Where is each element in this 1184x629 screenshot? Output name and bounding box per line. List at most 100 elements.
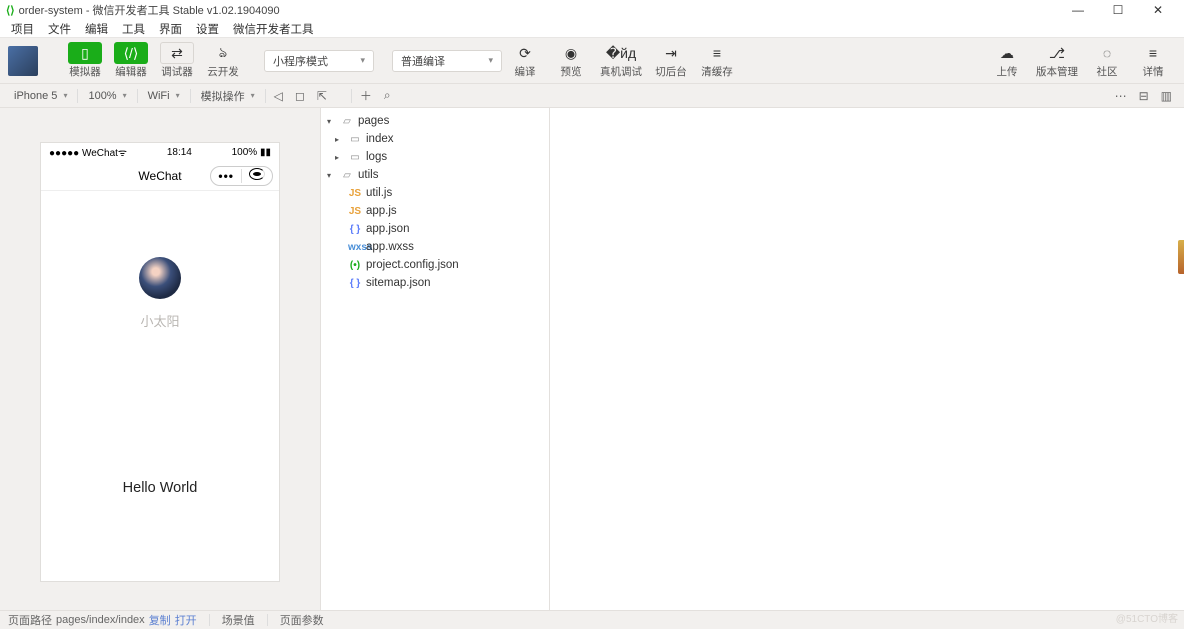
remote-debug-button[interactable]: �йд真机调试 <box>594 42 648 79</box>
tree-file-appjs[interactable]: JSapp.js <box>321 202 549 220</box>
tree-file-appwxss[interactable]: wxssapp.wxss <box>321 238 549 256</box>
editor-pane <box>550 108 1184 610</box>
menu-settings[interactable]: 设置 <box>189 21 226 37</box>
wifi-icon: ᯤ <box>118 148 127 159</box>
community-button[interactable]: ◌社区 <box>1084 42 1130 79</box>
mode-dropdown[interactable]: 小程序模式 ▾ <box>264 50 374 72</box>
app-screen: 小太阳 Hello World <box>41 191 279 581</box>
code-icon: ⟨/⟩ <box>114 42 148 64</box>
menu-tool[interactable]: 工具 <box>115 21 152 37</box>
copy-link[interactable]: 复制 <box>149 612 171 628</box>
tree-label: util.js <box>366 187 392 199</box>
tree-label: logs <box>366 151 387 163</box>
maximize-button[interactable]: ☐ <box>1098 3 1138 17</box>
menu-bar: 项目 文件 编辑 工具 界面 设置 微信开发者工具 <box>0 20 1184 38</box>
chevron-down-icon: ▾ <box>360 55 365 66</box>
chevron-down-icon: ▾ <box>123 91 127 100</box>
network-dropdown[interactable]: WiFi▾ <box>140 84 188 107</box>
background-icon: ⇥ <box>654 42 688 64</box>
json-file-icon: { } <box>348 224 362 235</box>
compile-mode-dropdown[interactable]: 普通编译▾ <box>392 50 502 72</box>
json-file-icon: { } <box>348 278 362 289</box>
nav-title: WeChat <box>138 169 181 183</box>
tree-file-utiljs[interactable]: JS util.js <box>321 184 549 202</box>
close-button[interactable]: ✕ <box>1138 3 1178 17</box>
config-file-icon: (•) <box>348 260 362 271</box>
version-button[interactable]: ⎇版本管理 <box>1030 42 1084 79</box>
menu-edit[interactable]: 编辑 <box>78 21 115 37</box>
tree-label: app.json <box>366 223 409 235</box>
watermark: @51CTO博客 <box>1116 610 1178 625</box>
tree-file-sitemap[interactable]: { }sitemap.json <box>321 274 549 292</box>
device-frame: ●●●●● WeChatᯤ 18:14 100% ▮▮ WeChat ••• 小… <box>40 142 280 582</box>
search-icon[interactable]: ⌕ <box>378 88 397 103</box>
mute-icon[interactable]: ◁ <box>268 89 289 103</box>
tree-label: utils <box>358 169 378 181</box>
folder-icon: ▭ <box>348 152 362 163</box>
folder-open-icon: ▱ <box>340 170 354 181</box>
capsule-button[interactable]: ••• <box>210 166 273 186</box>
split-icon[interactable]: ⊟ <box>1133 89 1155 103</box>
window-title: order-system - 微信开发者工具 Stable v1.02.1904… <box>19 2 280 18</box>
upload-icon: ☁ <box>990 42 1024 64</box>
user-avatar-image[interactable] <box>139 257 181 299</box>
simops-dropdown[interactable]: 模拟操作▾ <box>193 84 263 107</box>
capsule-close-icon[interactable] <box>242 168 272 183</box>
main-area: ●●●●● WeChatᯤ 18:14 100% ▮▮ WeChat ••• 小… <box>0 108 1184 610</box>
js-file-icon: JS <box>348 206 362 217</box>
minimize-button[interactable]: — <box>1058 3 1098 17</box>
community-label: 社区 <box>1097 64 1118 79</box>
menu-file[interactable]: 文件 <box>41 21 78 37</box>
editor-label: 编辑器 <box>115 64 147 79</box>
mode-label: 小程序模式 <box>273 53 328 69</box>
upload-button[interactable]: ☁上传 <box>984 42 1030 79</box>
editor-toggle[interactable]: ⟨/⟩编辑器 <box>108 42 154 79</box>
layout-icon[interactable]: ▥ <box>1155 89 1178 103</box>
cloud-dev-button[interactable]: ঌ云开发 <box>200 42 246 79</box>
device-dropdown[interactable]: iPhone 5▾ <box>6 84 75 107</box>
js-file-icon: JS <box>348 188 362 199</box>
menu-project[interactable]: 项目 <box>4 21 41 37</box>
zoom-label: 100% <box>88 90 116 102</box>
add-file-icon[interactable]: ＋ <box>354 87 378 104</box>
zoom-dropdown[interactable]: 100% ▾ <box>80 84 134 107</box>
capsule-menu-icon[interactable]: ••• <box>211 169 242 183</box>
debugger-toggle[interactable]: ⇄调试器 <box>154 42 200 79</box>
refresh-icon: ⟳ <box>508 42 542 64</box>
chevron-down-icon: ▾ <box>63 91 67 100</box>
path-label: 页面路径 <box>8 612 52 628</box>
eye-icon: ◉ <box>554 42 588 64</box>
side-tab[interactable] <box>1178 240 1184 274</box>
tree-label: app.wxss <box>366 241 414 253</box>
battery-icon: ▮▮ <box>260 147 271 158</box>
tree-file-appjson[interactable]: { } app.json <box>321 220 549 238</box>
cloud-label: 云开发 <box>207 64 239 79</box>
folder-icon: ▭ <box>348 134 362 145</box>
popout-icon[interactable]: ⇱ <box>311 89 333 103</box>
menu-devtools[interactable]: 微信开发者工具 <box>226 21 321 37</box>
tree-folder-logs[interactable]: ▸▭logs <box>321 148 549 166</box>
tree-file-projectcfg[interactable]: (•)project.config.json <box>321 256 549 274</box>
preview-label: 预览 <box>561 64 582 79</box>
params-button[interactable]: 页面参数 <box>280 612 324 628</box>
compile-label: 编译 <box>515 64 536 79</box>
preview-button[interactable]: ◉预览 <box>548 42 594 79</box>
tree-folder-pages[interactable]: ▾▱pages <box>321 112 549 130</box>
chevron-down-icon: ▾ <box>251 91 255 100</box>
background-button[interactable]: ⇥切后台 <box>648 42 694 79</box>
compile-button[interactable]: ⟳编译 <box>502 42 548 79</box>
scene-button[interactable]: 场景值 <box>222 612 255 628</box>
clear-cache-button[interactable]: ≡清缓存 <box>694 42 740 79</box>
user-avatar[interactable] <box>8 46 38 76</box>
tree-folder-utils[interactable]: ▾▱utils <box>321 166 549 184</box>
menu-interface[interactable]: 界面 <box>152 21 189 37</box>
tree-folder-index[interactable]: ▸▭index <box>321 130 549 148</box>
cloud-icon: ঌ <box>206 42 240 64</box>
open-link[interactable]: 打开 <box>175 612 197 628</box>
rotate-icon[interactable]: ◻ <box>289 89 311 103</box>
detail-button[interactable]: ≡详情 <box>1130 42 1176 79</box>
status-bar: 页面路径 pages/index/index 复制 打开 场景值 页面参数 <box>0 610 1184 629</box>
simulator-toggle[interactable]: ▯模拟器 <box>62 42 108 79</box>
layers-icon: ≡ <box>700 42 734 64</box>
more-icon[interactable]: ⋯ <box>1109 89 1133 103</box>
